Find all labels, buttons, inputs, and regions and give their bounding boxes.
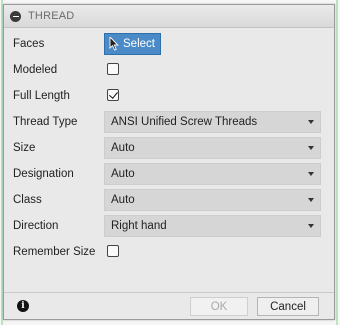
collapse-icon[interactable] xyxy=(10,10,21,22)
direction-label: Direction xyxy=(13,220,59,232)
remember-size-row: Remember Size xyxy=(4,241,334,263)
direction-row: Direction Right hand xyxy=(4,215,334,237)
remember-size-label: Remember Size xyxy=(13,246,96,258)
size-row: Size Auto xyxy=(4,137,334,159)
designation-dropdown[interactable]: Auto xyxy=(104,163,321,185)
chevron-down-icon xyxy=(308,146,314,150)
class-row: Class Auto xyxy=(4,189,334,211)
designation-label: Designation xyxy=(13,168,74,180)
designation-value: Auto xyxy=(111,168,135,180)
grid-line xyxy=(336,0,338,325)
full-length-label: Full Length xyxy=(13,90,70,102)
cursor-icon xyxy=(109,37,119,51)
chevron-down-icon xyxy=(308,198,314,202)
thread-type-label: Thread Type xyxy=(13,116,78,128)
modeled-checkbox[interactable] xyxy=(107,63,119,75)
faces-row: Faces Select xyxy=(4,33,334,55)
info-icon[interactable]: i xyxy=(17,300,29,312)
full-length-checkbox[interactable] xyxy=(107,89,119,101)
dialog-titlebar[interactable]: THREAD xyxy=(4,5,334,28)
thread-type-dropdown[interactable]: ANSI Unified Screw Threads xyxy=(104,111,321,133)
full-length-row: Full Length xyxy=(4,85,334,107)
designation-row: Designation Auto xyxy=(4,163,334,185)
chevron-down-icon xyxy=(308,172,314,176)
class-value: Auto xyxy=(111,194,135,206)
size-dropdown[interactable]: Auto xyxy=(104,137,321,159)
size-value: Auto xyxy=(111,142,135,154)
dialog-footer: i OK Cancel xyxy=(4,292,334,319)
remember-size-checkbox[interactable] xyxy=(107,245,119,257)
select-button-label: Select xyxy=(123,38,155,50)
size-label: Size xyxy=(13,142,36,154)
modeled-label: Modeled xyxy=(13,64,58,76)
ok-button[interactable]: OK xyxy=(190,297,248,316)
dialog-title: THREAD xyxy=(28,10,75,22)
thread-type-row: Thread Type ANSI Unified Screw Threads xyxy=(4,111,334,133)
modeled-row: Modeled xyxy=(4,59,334,81)
faces-label: Faces xyxy=(13,38,45,50)
class-dropdown[interactable]: Auto xyxy=(104,189,321,211)
cancel-button[interactable]: Cancel xyxy=(257,297,319,316)
thread-type-value: ANSI Unified Screw Threads xyxy=(111,116,258,128)
direction-dropdown[interactable]: Right hand xyxy=(104,215,321,237)
chevron-down-icon xyxy=(308,120,314,124)
faces-select-button[interactable]: Select xyxy=(104,33,161,55)
class-label: Class xyxy=(13,194,42,206)
thread-dialog: THREAD Faces Select Modeled Full Length … xyxy=(3,4,335,320)
direction-value: Right hand xyxy=(111,220,167,232)
chevron-down-icon xyxy=(308,224,314,228)
